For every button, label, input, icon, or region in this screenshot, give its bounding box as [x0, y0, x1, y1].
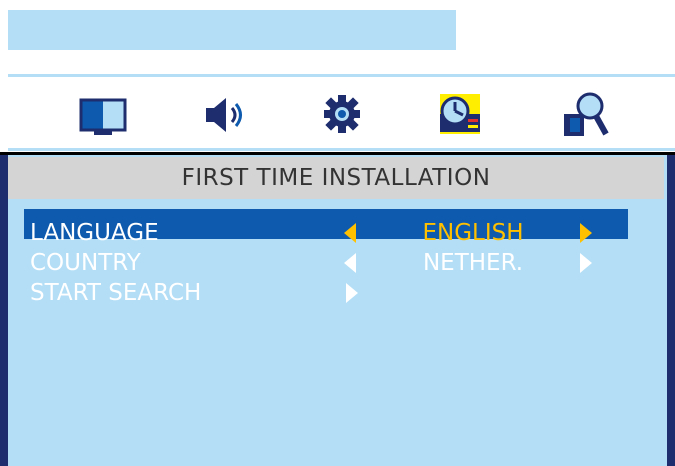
start-search-right-arrow-icon[interactable] [346, 283, 358, 303]
panel-left-border [0, 155, 8, 466]
osd-divider [8, 148, 675, 151]
sound-icon[interactable] [202, 84, 254, 144]
installation-panel: FIRST TIME INSTALLATION LANGUAGE ENGLISH… [0, 152, 675, 466]
menu-row-start-search[interactable]: START SEARCH [24, 269, 628, 305]
menu-row-language[interactable]: LANGUAGE ENGLISH [24, 209, 628, 245]
panel-body [8, 155, 667, 466]
search-icon[interactable] [560, 84, 612, 144]
panel-title-bar: FIRST TIME INSTALLATION [8, 157, 664, 199]
start-search-label: START SEARCH [30, 280, 202, 306]
top-status-bar [8, 10, 456, 50]
menu-icon-bar [0, 80, 675, 150]
install-icon[interactable] [434, 84, 486, 144]
panel-right-border [667, 155, 675, 466]
menu-row-country[interactable]: COUNTRY NETHER. [24, 239, 628, 275]
panel-title: FIRST TIME INSTALLATION [181, 165, 491, 191]
picture-icon[interactable] [76, 84, 128, 144]
features-icon[interactable] [316, 84, 368, 144]
osd-top-border [8, 74, 675, 77]
